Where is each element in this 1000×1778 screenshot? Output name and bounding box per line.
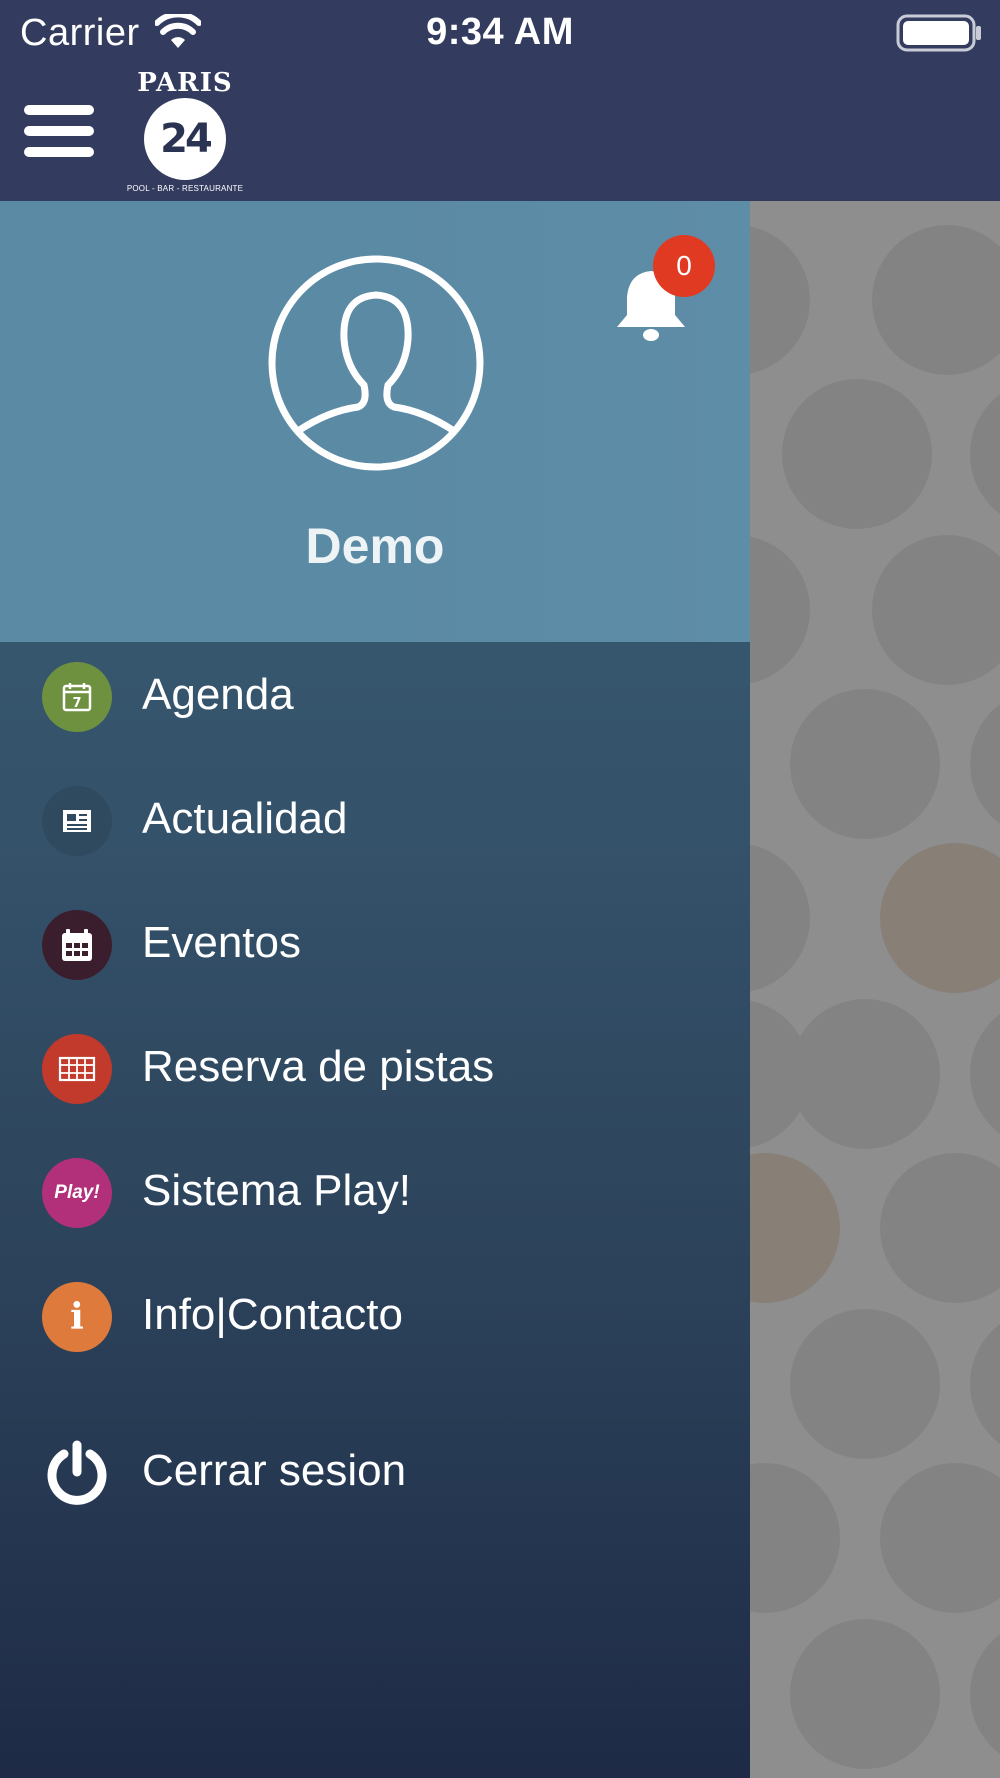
court-icon <box>42 1034 112 1104</box>
logout-label: Cerrar sesion <box>142 1446 407 1495</box>
hamburger-menu-button[interactable] <box>24 103 94 159</box>
battery-icon <box>896 14 981 52</box>
logout-button[interactable]: Cerrar sesion <box>0 1418 750 1528</box>
golf-flag-icon <box>790 1619 940 1769</box>
ticket-icon <box>750 535 810 685</box>
menu-item-label: Eventos <box>142 918 301 967</box>
tactics-icon <box>750 1463 840 1613</box>
menu-item-actualidad[interactable]: Actualidad <box>0 766 750 876</box>
flag-icon <box>750 225 810 375</box>
avatar-icon[interactable] <box>268 255 484 471</box>
menu-item-label: Sistema Play! <box>142 1166 411 1215</box>
logo-circle: 24 <box>144 98 226 180</box>
top-bar: Carrier 9:34 AM PARIS 24 POOL - BAR - RE… <box>0 0 1000 201</box>
calendar-day-icon: 7 <box>42 662 112 732</box>
golf-flag-icon <box>970 689 1000 839</box>
logo-top-text: PARIS <box>137 68 233 98</box>
menu-item-label: Agenda <box>142 670 294 719</box>
hamburger-line <box>24 105 94 115</box>
hamburger-line <box>24 126 94 136</box>
app-logo[interactable]: PARIS 24 POOL - BAR - RESTAURANTE <box>126 68 244 196</box>
newspaper-icon <box>42 786 112 856</box>
circle-icon <box>970 999 1000 1149</box>
power-icon <box>40 1436 114 1510</box>
info-icon: i <box>42 1282 112 1352</box>
notification-badge[interactable]: 0 <box>653 235 715 297</box>
menu-item-label: Info|Contacto <box>142 1290 403 1339</box>
menu-item-eventos[interactable]: Eventos <box>0 890 750 1000</box>
basketball-icon <box>750 1153 840 1303</box>
clock: 9:34 AM <box>426 11 574 53</box>
menu-item-info-contacto[interactable]: i Info|Contacto <box>0 1262 750 1372</box>
podium-icon <box>970 379 1000 529</box>
profile-username: Demo <box>305 518 445 574</box>
play-badge-icon: Play! <box>42 1158 112 1228</box>
runner-icon <box>790 1309 940 1459</box>
info-icon-glyph: i <box>70 1296 84 1338</box>
hamburger-line <box>24 147 94 157</box>
tennis-ball-icon <box>872 535 1000 685</box>
tactics-icon <box>872 225 1000 375</box>
menu-item-label: Actualidad <box>142 794 348 843</box>
svg-text:7: 7 <box>72 696 81 711</box>
navigation-drawer: 0 Demo 7 Agenda Actualidad Eventos Reser… <box>0 201 750 1778</box>
profile-header: 0 Demo <box>0 201 750 642</box>
ticket-icon <box>880 1463 1000 1613</box>
circle-icon <box>970 1309 1000 1459</box>
circle-icon <box>970 1619 1000 1769</box>
logo-tagline: POOL - BAR - RESTAURANTE <box>126 184 244 193</box>
play-badge-text: Play! <box>54 1182 100 1203</box>
menu-item-reserva-de-pistas[interactable]: Reserva de pistas <box>0 1014 750 1124</box>
status-bar: Carrier 9:34 AM <box>0 0 1000 66</box>
podium-icon <box>782 379 932 529</box>
menu-item-sistema-play[interactable]: Play! Sistema Play! <box>0 1138 750 1248</box>
menu-item-label: Reserva de pistas <box>142 1042 495 1091</box>
background-content-overlay[interactable] <box>750 201 1000 1778</box>
golf-flag-icon <box>880 1153 1000 1303</box>
podium-icon <box>880 843 1000 993</box>
runner-icon <box>750 843 810 993</box>
menu-item-agenda[interactable]: 7 Agenda <box>0 642 750 752</box>
calendar-grid-icon <box>42 910 112 980</box>
golf-flag-icon <box>790 689 940 839</box>
ticket-icon <box>790 999 940 1149</box>
